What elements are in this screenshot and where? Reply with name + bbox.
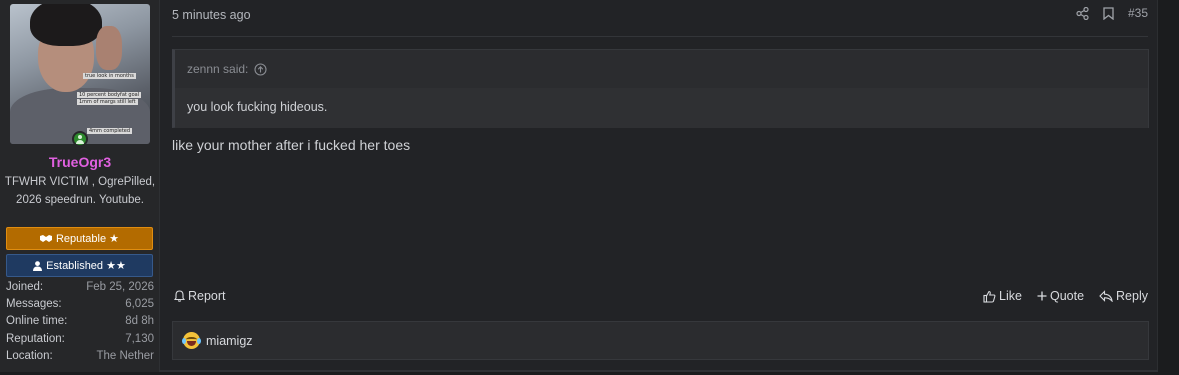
post-timestamp[interactable]: 5 minutes ago [172, 8, 251, 22]
post-main: 5 minutes ago #35 zennn said: you look f… [160, 0, 1158, 372]
plus-icon [1037, 291, 1047, 301]
laughing-crying-emoji-icon [182, 332, 201, 349]
stat-label: Location: [6, 349, 53, 362]
avatar-caption: 1mm of margs still left [77, 99, 138, 105]
stat-label: Reputation: [6, 332, 65, 345]
arrow-up-circle-icon[interactable] [254, 62, 267, 76]
like-button[interactable]: Like [983, 289, 1022, 303]
avatar-caption: 10 percent bodyfat goal [77, 92, 142, 98]
header-divider [172, 36, 1148, 37]
user-title: TFWHR VICTIM , OgrePilled, 2026 speedrun… [4, 176, 156, 206]
share-icon[interactable] [1076, 6, 1089, 20]
stat-location: Location: The Nether [6, 348, 154, 365]
reply-label: Reply [1116, 289, 1148, 303]
badge-label: Established ★★ [46, 260, 126, 272]
stat-value: 8d 8h [125, 315, 154, 328]
avatar-caption: true look in months [83, 73, 136, 79]
bookmark-icon[interactable] [1103, 6, 1114, 20]
reactions-bar[interactable]: miamigz [172, 321, 1149, 360]
post-container: true look in months 10 percent bodyfat g… [0, 0, 1158, 372]
stat-value: The Nether [96, 349, 154, 362]
badge-reputable: Reputable ★ [6, 227, 153, 250]
badge-label: Reputable ★ [55, 233, 120, 245]
quote-text: you look fucking hideous. [187, 100, 328, 114]
post-number-link[interactable]: #35 [1128, 6, 1148, 20]
stat-value: 7,130 [125, 332, 154, 345]
report-label: Report [188, 289, 226, 303]
reply-icon [1099, 290, 1113, 302]
stat-online-time: Online time: 8d 8h [6, 313, 154, 330]
quote-label: Quote [1049, 289, 1085, 303]
stat-value: Feb 25, 2026 [86, 281, 154, 293]
badge-established: Established ★★ [6, 254, 153, 277]
user-icon [33, 260, 43, 271]
post-header-actions: #35 [1076, 6, 1148, 20]
username-link[interactable]: TrueOgr3 [0, 154, 160, 170]
quote-author: zennn said: [187, 62, 249, 76]
quote-button[interactable]: Quote [1037, 289, 1084, 303]
avatar-caption: 4mm completed [87, 128, 133, 134]
like-label: Like [999, 289, 1022, 303]
quote-header[interactable]: zennn said: [187, 62, 267, 76]
stat-label: Messages: [6, 298, 62, 311]
post-actions: Like Quote Reply [983, 289, 1148, 303]
report-button[interactable]: Report [174, 289, 226, 303]
quote-body: you look fucking hideous. [175, 88, 1148, 128]
reply-button[interactable]: Reply [1099, 289, 1148, 303]
stat-messages: Messages: 6,025 [6, 296, 154, 313]
handshake-icon [39, 234, 52, 243]
thumbs-up-icon [983, 290, 996, 303]
stat-label: Online time: [6, 315, 68, 328]
user-stats: Joined: Feb 25, 2026 Messages: 6,025 Onl… [6, 279, 154, 365]
stat-value[interactable]: 6,025 [125, 296, 154, 313]
stat-joined: Joined: Feb 25, 2026 [6, 279, 154, 296]
stat-reputation: Reputation: 7,130 [6, 331, 154, 348]
bell-icon [174, 290, 185, 302]
reaction-users[interactable]: miamigz [206, 334, 253, 348]
avatar-hand [96, 26, 122, 70]
stat-label: Joined: [6, 281, 44, 293]
avatar[interactable]: true look in months 10 percent bodyfat g… [10, 4, 150, 144]
post-message: like your mother after i fucked her toes [172, 137, 411, 153]
online-status-icon [72, 131, 88, 147]
user-sidebar: true look in months 10 percent bodyfat g… [0, 0, 160, 372]
avatar-hair [30, 4, 102, 46]
quote-block: zennn said: you look fucking hideous. [172, 49, 1149, 128]
